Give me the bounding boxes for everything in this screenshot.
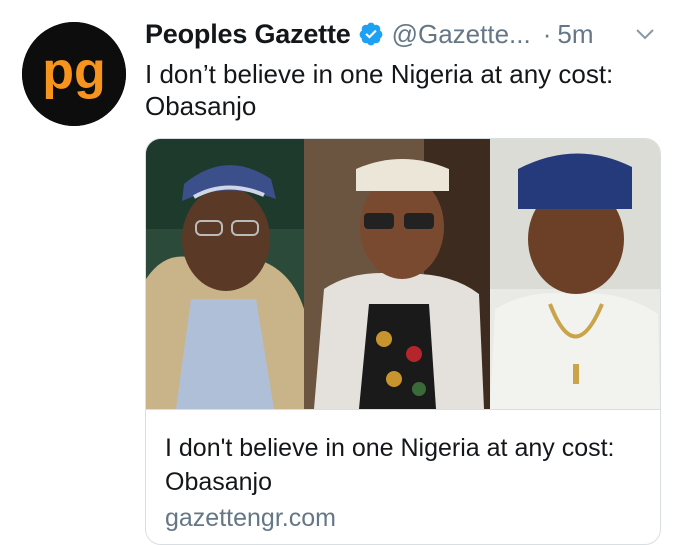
timestamp[interactable]: 5m xyxy=(557,19,593,50)
author-handle[interactable]: @Gazette... xyxy=(392,19,531,50)
verified-icon xyxy=(359,22,382,46)
profile-avatar[interactable]: pg xyxy=(22,22,126,126)
photo-left xyxy=(146,139,304,409)
photo-right xyxy=(490,139,660,409)
svg-text:pg: pg xyxy=(42,42,106,100)
card-divider xyxy=(146,409,660,410)
tweet-text: I don’t believe in one Nigeria at any co… xyxy=(145,59,614,121)
card-domain[interactable]: gazettengr.com xyxy=(165,504,336,533)
author-name[interactable]: Peoples Gazette xyxy=(145,19,351,50)
link-card[interactable]: I don't believe in one Nigeria at any co… xyxy=(145,138,661,545)
photo-middle xyxy=(304,139,490,409)
chevron-down-icon[interactable] xyxy=(633,22,657,46)
card-image[interactable] xyxy=(146,139,660,409)
pg-logo-icon: pg xyxy=(22,22,126,126)
separator-dot: · xyxy=(542,18,552,49)
tweet-header: Peoples Gazette @Gazette... · 5m xyxy=(145,14,661,54)
card-title[interactable]: I don't believe in one Nigeria at any co… xyxy=(165,431,635,499)
